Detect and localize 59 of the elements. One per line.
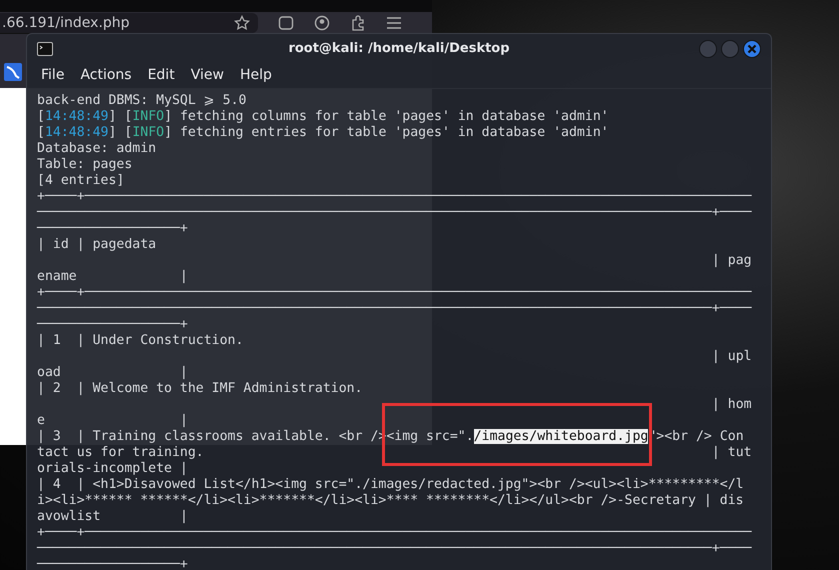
close-button[interactable]	[743, 40, 761, 58]
terminal-text: orials-incomplete |	[37, 461, 188, 476]
terminal-text: ] [	[108, 109, 132, 124]
timestamp: 14:48:49	[44, 109, 108, 124]
close-icon	[747, 44, 757, 54]
terminal-text: | 1 | Under Construction.	[37, 333, 244, 348]
terminal-text: i><li>****** ******</li><li>*******</li><li>**** ********</li></ul><br />-Secretary | dis	[37, 493, 744, 508]
terminal-text: oad	[37, 365, 61, 380]
terminal-text: | 4 | <h1>Disavowed List</h1><img src="./images/redacted.jpg"><br /><ul><li>*********</l	[37, 477, 744, 492]
terminal-text: e	[37, 413, 45, 428]
extension-icon[interactable]	[350, 14, 366, 30]
menu-item[interactable]: Actions	[72, 65, 140, 86]
terminal-icon	[37, 42, 53, 56]
terminal-text: ] fetching columns for table 'pages' in database 'admin'	[164, 109, 609, 124]
timestamp: 14:48:49	[44, 125, 108, 140]
terminal-text: |	[180, 365, 188, 380]
menu-item[interactable]: Edit	[140, 65, 183, 86]
menu-item[interactable]: File	[33, 65, 72, 86]
selected-text: /images/whiteboard.jpg	[474, 429, 648, 444]
terminal-text: ] [	[108, 125, 132, 140]
terminal-text: Database: admin	[37, 141, 156, 156]
terminal-text: | pag	[712, 253, 752, 268]
terminal-text: avowlist	[37, 509, 101, 524]
terminal-text: | upl	[712, 349, 752, 364]
terminal-text: |	[180, 509, 188, 524]
terminal-text: ──────────────────+	[37, 557, 188, 570]
address-bar[interactable]: .66.191/index.php	[0, 12, 258, 32]
terminal-text: |	[180, 269, 188, 284]
terminal-text: |	[180, 413, 188, 428]
url-text: .66.191/index.php	[2, 14, 130, 30]
menu-item[interactable]: Help	[232, 65, 280, 86]
terminal-text: ─────────────────────────────────────────────────────────────────────────────────────+────	[37, 541, 752, 556]
log-level: INFO	[132, 109, 164, 124]
terminal-text: | 2 | Welcome to the IMF Administration.	[37, 381, 363, 396]
terminal-text: | tut	[712, 445, 752, 460]
terminal-text: [	[37, 125, 45, 140]
window-title: root@kali: /home/kali/Desktop	[288, 40, 510, 56]
account-icon[interactable]	[314, 14, 330, 30]
menu-item[interactable]: View	[182, 65, 232, 86]
star-icon[interactable]	[234, 14, 250, 30]
terminal-text: +────+────────────────────────────────────────────────────────────────────────────────────	[37, 189, 752, 204]
terminal-text: | hom	[712, 397, 752, 412]
terminal-text: ] fetching entries for table 'pages' in database 'admin'	[164, 125, 609, 140]
menu-icon[interactable]	[386, 16, 402, 30]
terminal-text: back-end DBMS: MySQL ⩾ 5.0	[37, 93, 246, 108]
terminal-text: tact us for training.	[37, 445, 204, 460]
terminal-text: Table: pages	[37, 157, 132, 172]
terminal-text: [4 entries]	[37, 173, 124, 188]
terminal-text: +────+────────────────────────────────────────────────────────────────────────────────────	[37, 285, 752, 300]
terminal-text: "><br /> Con	[648, 429, 744, 444]
terminal-text: +────+────────────────────────────────────────────────────────────────────────────────────	[37, 525, 752, 540]
terminal-text: | id | pagedata	[37, 237, 156, 252]
terminal-text: ─────────────────────────────────────────────────────────────────────────────────────+────	[37, 205, 752, 220]
terminal-text: ──────────────────+	[37, 317, 188, 332]
log-level: INFO	[132, 125, 164, 140]
terminal-text: ──────────────────+	[37, 221, 188, 236]
terminal-text: ─────────────────────────────────────────────────────────────────────────────────────+────	[37, 301, 752, 316]
terminal-text: [	[37, 109, 45, 124]
terminal-text: ename	[37, 269, 77, 284]
